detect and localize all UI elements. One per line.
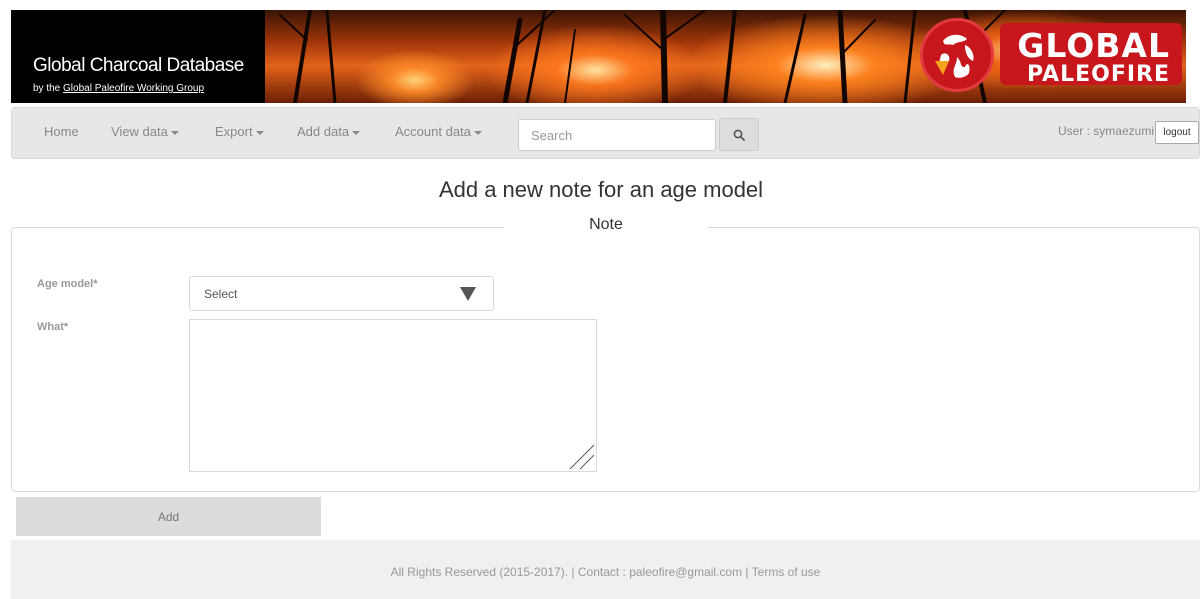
nav-export-label: Export	[215, 124, 253, 139]
search-icon	[733, 129, 745, 141]
site-subtitle-prefix: by the	[33, 83, 61, 94]
header-banner: Global Charcoal Database by the Global P…	[11, 10, 1186, 103]
nav-add-data-label: Add data	[297, 124, 350, 139]
footer: All Rights Reserved (2015-2017). | Conta…	[11, 540, 1200, 599]
caret-down-icon	[352, 130, 361, 135]
nav-view-data-label: View data	[111, 124, 168, 139]
search-input[interactable]	[518, 119, 716, 151]
working-group-link[interactable]: Global Paleofire Working Group	[63, 83, 204, 94]
nav-home[interactable]: Home	[44, 124, 79, 139]
age-model-label: Age model*	[37, 278, 98, 290]
add-button[interactable]: Add	[16, 497, 321, 536]
what-label: What*	[37, 321, 69, 333]
caret-down-icon	[255, 130, 264, 135]
search-button[interactable]	[719, 118, 759, 151]
age-model-select-value: Select	[204, 287, 238, 301]
globe-flame-icon	[920, 18, 994, 92]
nav-account-data-label: Account data	[395, 124, 471, 139]
site-title: Global Charcoal Database	[33, 55, 244, 76]
age-model-select[interactable]: Select	[189, 276, 494, 311]
page-title: Add a new note for an age model	[438, 177, 764, 202]
user-label: User : symaezumi	[1057, 124, 1154, 138]
what-textarea[interactable]	[189, 319, 597, 472]
nav-view-data[interactable]: View data	[111, 124, 179, 139]
nav-add-data[interactable]: Add data	[297, 124, 361, 139]
caret-down-icon	[170, 130, 179, 135]
logout-button[interactable]: logout	[1155, 121, 1199, 144]
caret-down-icon	[473, 130, 482, 135]
main-navbar: Home View data Export Add data Account d…	[11, 107, 1200, 159]
nav-export[interactable]: Export	[215, 124, 264, 139]
fieldset-legend: Note	[504, 216, 708, 234]
site-subtitle: by the Global Paleofire Working Group	[33, 83, 204, 94]
nav-account-data[interactable]: Account data	[395, 124, 482, 139]
resize-grip-icon[interactable]	[567, 442, 595, 470]
global-paleofire-logo[interactable]: GLOBAL PALEOFIRE	[920, 18, 1182, 92]
dropdown-arrow-icon	[460, 287, 476, 301]
logo-text-paleofire: PALEOFIRE	[1026, 62, 1170, 87]
note-fieldset: Note Age model* Select What*	[11, 216, 1200, 492]
logo-text-global: GLOBAL	[1017, 26, 1170, 65]
